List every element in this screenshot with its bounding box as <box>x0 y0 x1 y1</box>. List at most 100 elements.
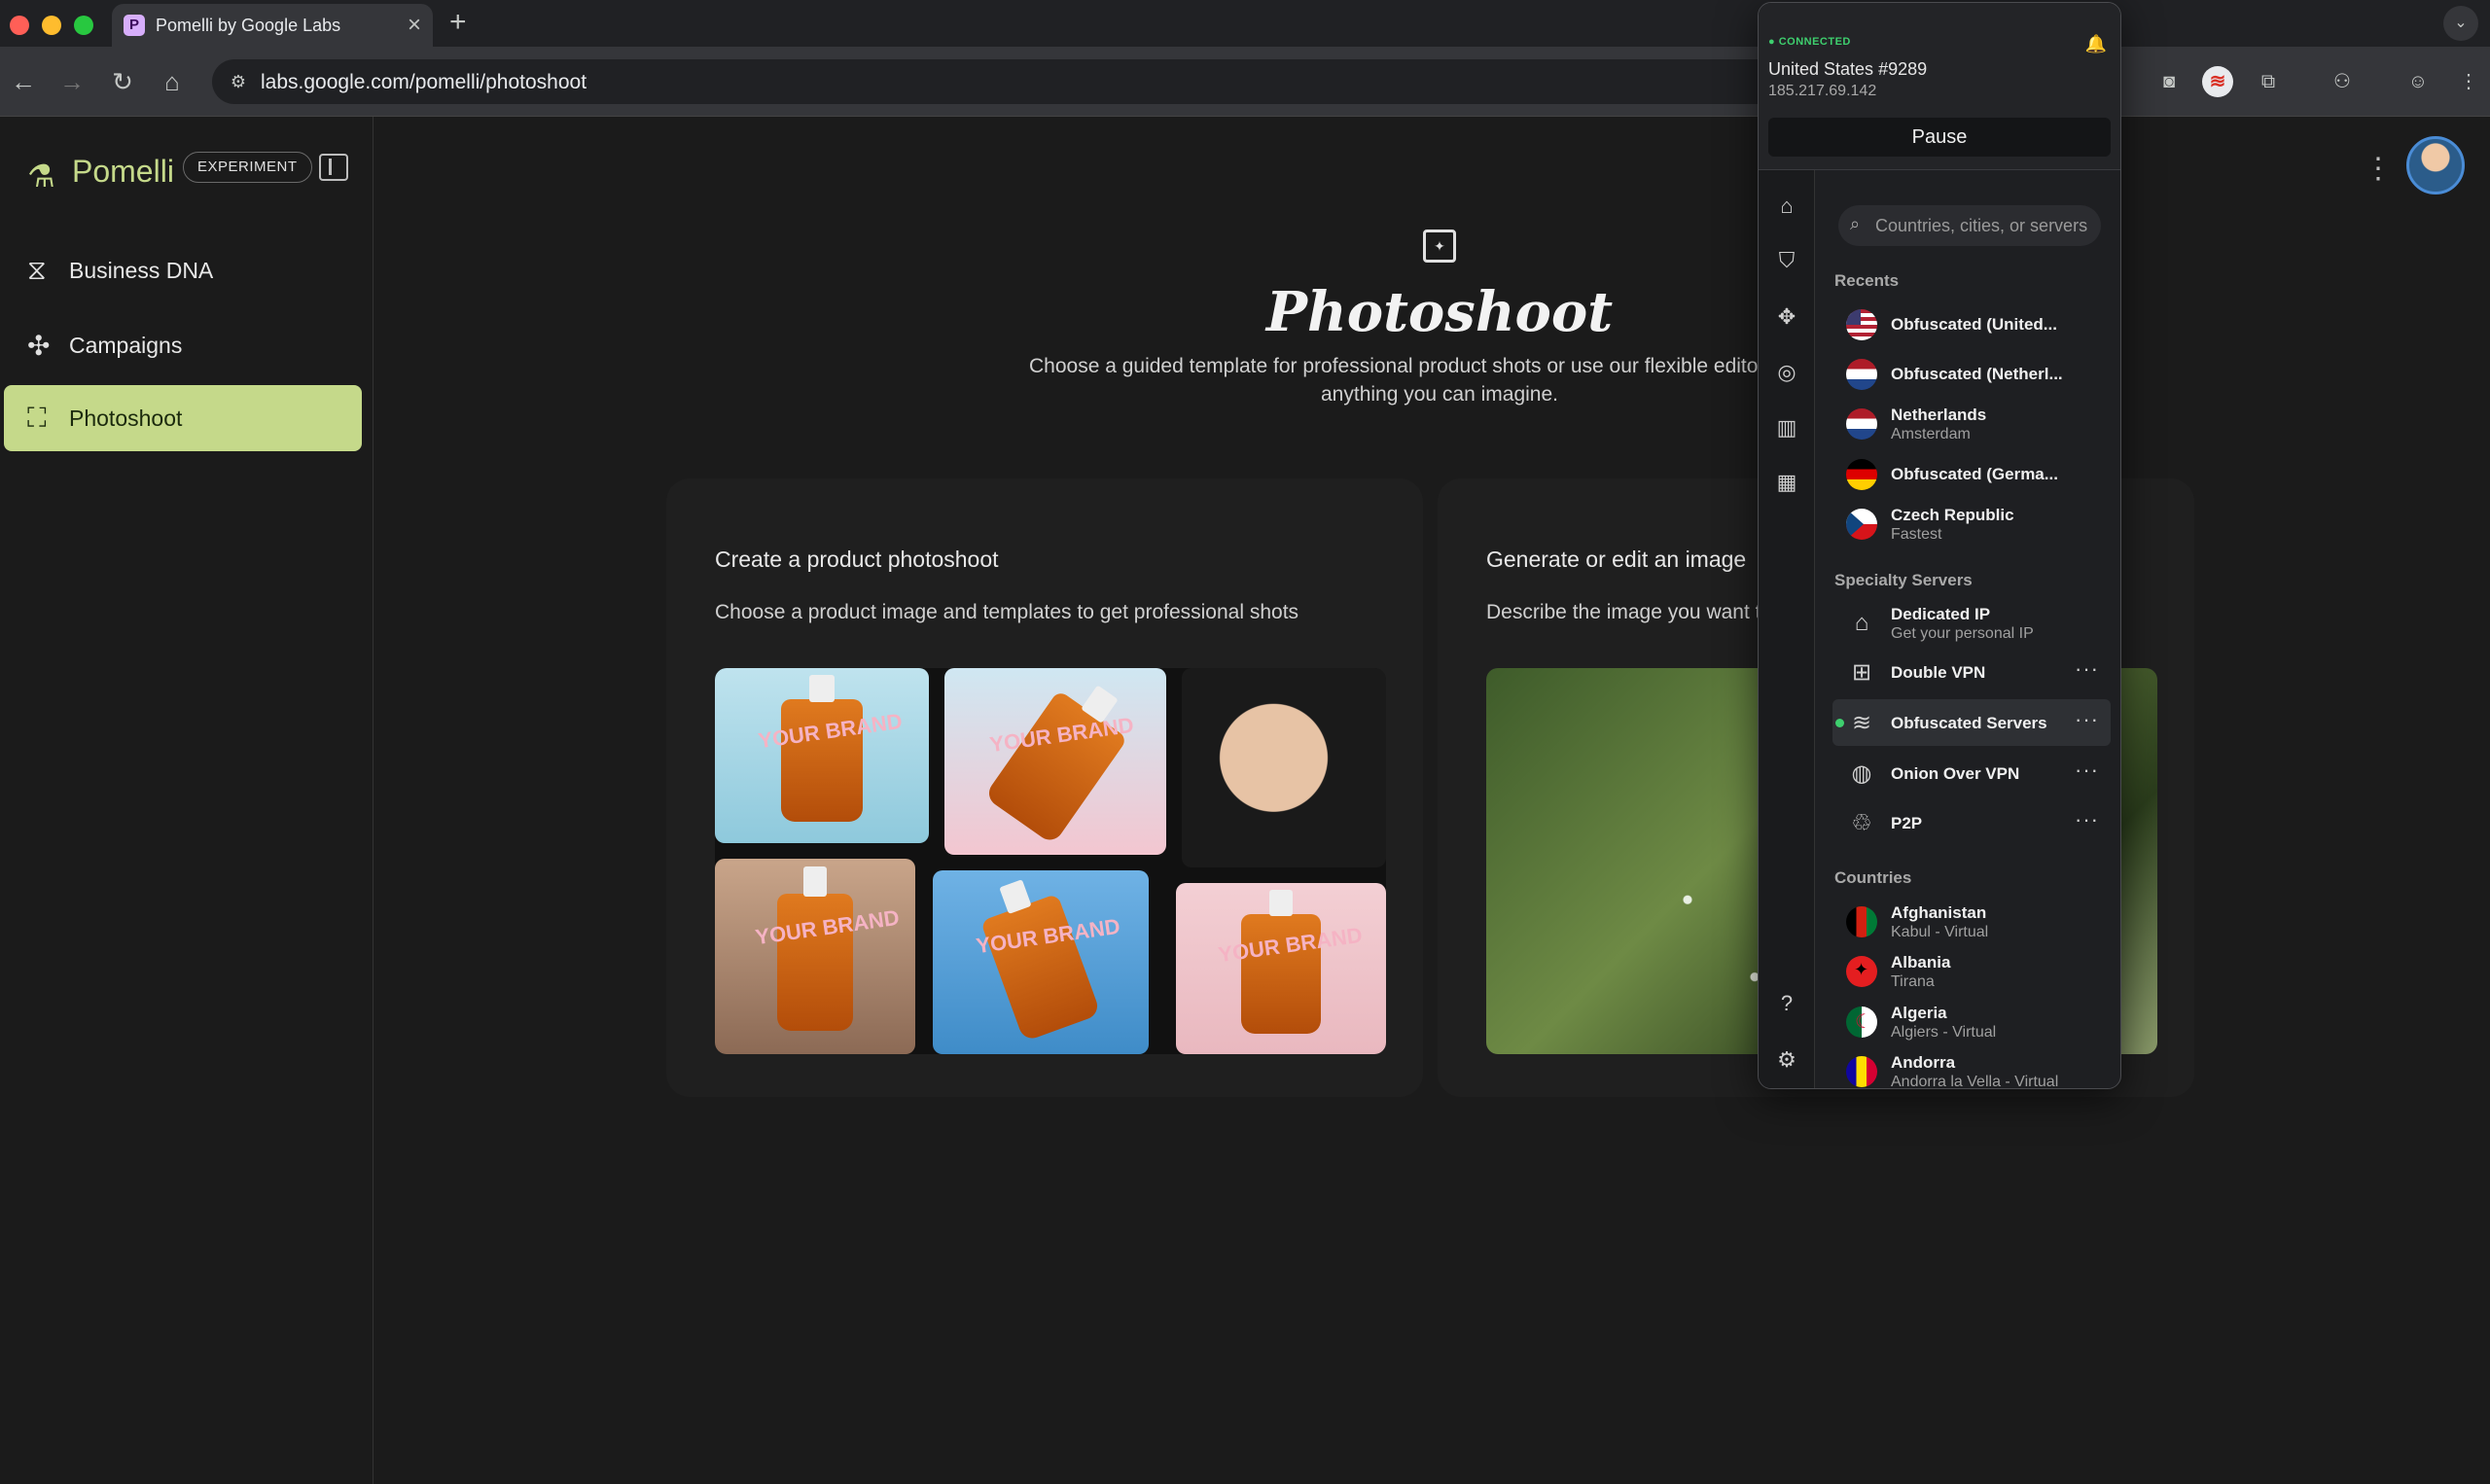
brand-name: Pomelli <box>72 154 174 189</box>
section-specialty-servers: Specialty Servers <box>1834 571 1973 589</box>
stats-icon[interactable]: ▥ <box>1772 413 1801 442</box>
photo-sparkle-icon: ⛶ <box>27 403 47 433</box>
sidebar-item-business-dna[interactable]: ⧖ Business DNA <box>4 237 362 303</box>
country-row[interactable]: Albania Tirana <box>1832 947 2111 994</box>
p2p-icon: ♲ <box>1851 810 1872 836</box>
product-photo: YOUR BRAND <box>715 668 929 843</box>
obfuscated-icon: ≋ <box>1851 710 1872 736</box>
card-title: Generate or edit an image <box>1486 547 1747 572</box>
house-check-icon: ⌂ <box>1854 610 1869 636</box>
product-photoshoot-card[interactable]: Create a product photoshoot Choose a pro… <box>666 478 1423 1097</box>
reload-icon[interactable]: ↻ <box>103 62 142 101</box>
incognito-icon[interactable]: ⚇ <box>2327 66 2358 97</box>
vpn-server-name: United States #9289 <box>1768 59 1928 79</box>
vpn-search-input[interactable] <box>1875 214 2089 237</box>
flask-logo-icon: ⚗ <box>27 159 55 194</box>
home-icon[interactable]: ⌂ <box>1772 192 1801 221</box>
product-photo: YOUR BRAND <box>715 859 915 1054</box>
more-options-icon[interactable]: ··· <box>2075 807 2099 832</box>
netherlands-flag-icon <box>1846 359 1877 390</box>
browser-menu-icon[interactable]: ⋮ <box>2453 66 2484 97</box>
puzzle-icon[interactable]: ⧉ <box>2253 66 2284 97</box>
us-flag-icon <box>1846 309 1877 340</box>
section-recents: Recents <box>1834 271 1900 290</box>
tab-search-chevron-icon[interactable]: ⌄ <box>2443 6 2478 41</box>
more-options-icon[interactable]: ··· <box>2075 656 2099 682</box>
specialty-row-onion-over-vpn[interactable]: ◍ Onion Over VPN ··· <box>1832 750 2111 796</box>
sidebar-item-campaigns[interactable]: ✣ Campaigns <box>4 312 362 378</box>
connected-dot-icon <box>1835 719 1844 727</box>
recent-server-row[interactable]: Netherlands Amsterdam <box>1832 400 2111 446</box>
address-bar[interactable]: ⚙ labs.google.com/pomelli/photoshoot <box>212 59 1866 104</box>
profile-avatar-icon[interactable]: ☺ <box>2402 66 2434 97</box>
product-collage-image: YOUR BRAND YOUR BRAND YOUR BRAND YOUR BR… <box>715 668 1386 1054</box>
pause-button[interactable]: Pause <box>1768 118 2111 157</box>
sidebar-item-label: Campaigns <box>69 333 183 358</box>
vpn-header: ● CONNECTED United States #9289 185.217.… <box>1759 3 2120 170</box>
dna-icon: ⧖ <box>27 255 47 285</box>
settings-gear-icon[interactable]: ⚙ <box>1772 1045 1801 1075</box>
window-maximize-button[interactable] <box>74 16 93 35</box>
sidebar-item-label: Photoshoot <box>69 406 183 431</box>
dark-web-monitor-icon[interactable]: ◎ <box>1772 358 1801 387</box>
specialty-row-dedicated-ip[interactable]: ⌂ Dedicated IP Get your personal IP <box>1832 599 2111 646</box>
product-photo: YOUR BRAND <box>1176 883 1386 1054</box>
account-avatar[interactable] <box>2406 136 2465 194</box>
sidebar-item-photoshoot[interactable]: ⛶ Photoshoot <box>4 385 362 451</box>
experiment-badge: EXPERIMENT <box>183 152 312 183</box>
vpn-status: ● CONNECTED <box>1768 36 1851 48</box>
recent-server-row[interactable]: Obfuscated (Germa... <box>1832 450 2111 497</box>
product-photo <box>1182 668 1386 867</box>
page-description: Choose a guided template for professiona… <box>1029 355 1850 406</box>
window-minimize-button[interactable] <box>42 16 61 35</box>
country-row[interactable]: Afghanistan Kabul - Virtual <box>1832 898 2111 944</box>
sidebar: ⚗ Pomelli EXPERIMENT ⧖ Business DNA ✣ Ca… <box>0 117 374 1484</box>
albania-flag-icon <box>1846 956 1877 987</box>
algeria-flag-icon <box>1846 1007 1877 1038</box>
megaphone-icon: ✣ <box>27 331 51 361</box>
specialty-row-p2p[interactable]: ♲ P2P ··· <box>1832 799 2111 846</box>
sidebar-item-label: Business DNA <box>69 258 214 283</box>
threat-protection-icon[interactable]: ⛉ <box>1772 246 1801 275</box>
camera-icon[interactable]: ◙ <box>2153 66 2185 97</box>
browser-tab[interactable]: P Pomelli by Google Labs × <box>112 4 433 47</box>
recent-server-row[interactable]: Obfuscated (United... <box>1832 300 2111 347</box>
specialty-row-double-vpn[interactable]: ⊞ Double VPN ··· <box>1832 649 2111 695</box>
more-options-icon[interactable]: ··· <box>2075 707 2099 732</box>
back-arrow-icon[interactable]: ← <box>4 62 43 101</box>
search-icon: ⌕ <box>1850 214 1861 233</box>
country-row[interactable]: Andorra Andorra la Vella - Virtual <box>1832 1047 2111 1088</box>
vpn-popup: ● CONNECTED United States #9289 185.217.… <box>1758 2 2121 1089</box>
home-icon[interactable]: ⌂ <box>153 62 192 101</box>
recent-server-row[interactable]: Czech Republic Fastest <box>1832 500 2111 547</box>
notification-bell-icon[interactable]: 🔔 <box>2085 34 2107 54</box>
recent-server-row[interactable]: Obfuscated (Netherl... <box>1832 350 2111 397</box>
new-tab-button[interactable]: + <box>449 6 467 39</box>
card-title: Create a product photoshoot <box>715 547 999 572</box>
apps-grid-icon[interactable]: ▦ <box>1772 468 1801 497</box>
vpn-ip-address: 185.217.69.142 <box>1768 83 1877 99</box>
photo-sparkle-icon: ✦ <box>1423 230 1456 263</box>
vpn-search[interactable]: ⌕ <box>1838 205 2101 246</box>
address-url[interactable]: labs.google.com/pomelli/photoshoot <box>261 71 587 94</box>
close-tab-icon[interactable]: × <box>408 12 421 39</box>
product-photo: YOUR BRAND <box>933 870 1149 1054</box>
collapse-sidebar-icon[interactable] <box>319 154 348 181</box>
window-close-button[interactable] <box>10 16 29 35</box>
tab-title: Pomelli by Google Labs <box>156 16 341 35</box>
more-options-icon[interactable]: ··· <box>2075 758 2099 783</box>
germany-flag-icon <box>1846 459 1877 490</box>
onion-icon: ◍ <box>1851 760 1872 787</box>
czech-flag-icon <box>1846 509 1877 540</box>
card-description: Choose a product image and templates to … <box>715 601 1299 623</box>
specialty-row-obfuscated-servers[interactable]: ≋ Obfuscated Servers ··· <box>1832 699 2111 746</box>
site-settings-icon[interactable]: ⚙ <box>222 65 255 98</box>
country-row[interactable]: Algeria Algiers - Virtual <box>1832 998 2111 1044</box>
nordvpn-extension-icon[interactable]: ≋ <box>2202 66 2233 97</box>
more-options-icon[interactable]: ⋮ <box>2364 152 2393 186</box>
help-icon[interactable]: ? <box>1772 989 1801 1018</box>
meshnet-icon[interactable]: ✥ <box>1772 302 1801 332</box>
forward-arrow-icon[interactable]: → <box>53 62 91 101</box>
double-lock-icon: ⊞ <box>1851 659 1872 686</box>
vpn-rail: ⌂ ⛉ ✥ ◎ ▥ ▦ ? ⚙ <box>1759 170 1815 1088</box>
